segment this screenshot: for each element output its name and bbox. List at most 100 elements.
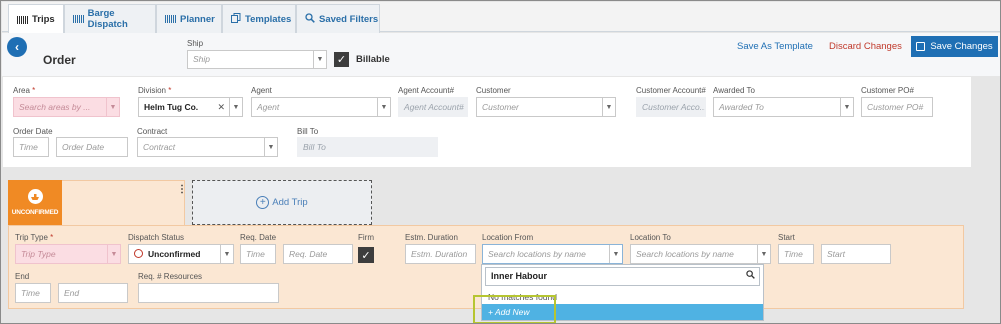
ship-placeholder: Ship	[193, 54, 211, 64]
firm-checkbox[interactable]: ✓	[358, 247, 374, 263]
billable-checkbox[interactable]: ✓	[334, 52, 349, 67]
tab-barge-dispatch[interactable]: Barge Dispatch	[64, 4, 156, 33]
barcode-icon	[73, 15, 84, 23]
req-resources-input[interactable]	[138, 283, 279, 303]
customer-po-label: Customer PO#	[861, 86, 914, 95]
estm-duration-placeholder: Estm. Duration	[411, 249, 468, 259]
tab-bar: Trips Barge Dispatch Planner Templates S…	[2, 2, 1000, 34]
chevron-down-icon: ▼	[220, 245, 233, 263]
chevron-down-icon: ▼	[313, 51, 326, 68]
agent-account-placeholder: Agent Account#	[404, 102, 464, 112]
check-icon: ✓	[361, 249, 371, 262]
estm-duration-label: Estm. Duration	[405, 233, 458, 242]
order-header: ‹ Order Ship Ship ▼ ✓ Billable Save As T…	[2, 33, 1000, 76]
end-time-input[interactable]: Time	[15, 283, 51, 303]
tab-templates[interactable]: Templates	[222, 4, 296, 33]
location-to-select[interactable]: Search locations by name ▼	[630, 244, 771, 264]
start-date-input[interactable]: Start	[821, 244, 891, 264]
tab-planner-label: Planner	[180, 13, 215, 25]
chevron-down-icon: ▼	[377, 98, 390, 116]
order-time-placeholder: Time	[19, 142, 38, 152]
awarded-to-label: Awarded To	[713, 86, 755, 95]
search-icon	[305, 12, 315, 26]
callout-highlight-box	[473, 295, 556, 323]
firm-label: Firm	[358, 233, 374, 242]
end-date-placeholder: End	[64, 288, 80, 298]
agent-select[interactable]: Agent ▼	[251, 97, 391, 117]
trip-status-card[interactable]: UNCONFIRMED	[8, 180, 62, 225]
dispatch-status-label: Dispatch Status	[128, 233, 185, 242]
billable-label: Billable	[356, 54, 390, 65]
page-title: Order	[43, 53, 76, 67]
save-changes-button[interactable]: Save Changes	[911, 36, 998, 57]
ship-select[interactable]: Ship ▼	[187, 50, 327, 69]
estm-duration-input[interactable]: Estm. Duration	[405, 244, 476, 264]
customer-po-placeholder: Customer PO#	[867, 102, 924, 112]
search-icon	[746, 270, 755, 282]
contract-label: Contract	[137, 127, 168, 136]
order-date-label: Order Date	[13, 127, 53, 136]
order-time-input[interactable]: Time	[13, 137, 49, 157]
chevron-down-icon: ▼	[602, 98, 615, 116]
plus-circle-icon: +	[256, 196, 270, 209]
check-icon: ✓	[336, 54, 347, 66]
chevron-down-icon: ▼	[840, 98, 853, 116]
copy-icon	[231, 12, 241, 26]
start-date-placeholder: Start	[827, 249, 845, 259]
req-resources-label: Req. # Resources	[138, 272, 203, 281]
customer-po-input[interactable]: Customer PO#	[861, 97, 933, 117]
tab-planner[interactable]: Planner	[156, 4, 222, 33]
agent-label: Agent	[251, 86, 272, 95]
req-date-placeholder: Req. Date	[289, 249, 328, 259]
order-date-placeholder: Order Date	[62, 142, 105, 152]
location-from-select[interactable]: Search locations by name ▼	[482, 244, 623, 264]
end-date-input[interactable]: End	[58, 283, 128, 303]
save-changes-label: Save Changes	[930, 41, 993, 52]
awarded-to-select[interactable]: Awarded To ▼	[713, 97, 854, 117]
division-select[interactable]: Helm Tug Co. ✕ ▼	[138, 97, 243, 117]
tab-saved-filters[interactable]: Saved Filters	[296, 4, 380, 33]
customer-account-field: Customer Acco...	[636, 97, 706, 117]
barcode-icon	[17, 15, 28, 24]
contract-select[interactable]: Contract ▼	[137, 137, 278, 157]
more-options-icon[interactable]: ⋮	[177, 184, 187, 195]
back-button[interactable]: ‹	[7, 37, 27, 57]
bill-to-label: Bill To	[297, 127, 319, 136]
bill-to-field: Bill To	[297, 137, 438, 157]
chevron-down-icon: ▼	[106, 98, 119, 116]
dispatch-status-select[interactable]: Unconfirmed ▼	[128, 244, 234, 264]
customer-select[interactable]: Customer ▼	[476, 97, 616, 117]
tab-trips[interactable]: Trips	[8, 4, 64, 34]
end-time-placeholder: Time	[21, 288, 40, 298]
ship-icon	[27, 189, 43, 204]
add-trip-button[interactable]: + Add Trip	[192, 180, 372, 225]
discard-changes-link[interactable]: Discard Changes	[829, 41, 902, 52]
trip-type-label: Trip Type *	[15, 233, 54, 242]
location-to-label: Location To	[630, 233, 671, 242]
req-date-input[interactable]: Req. Date	[283, 244, 353, 264]
bill-to-placeholder: Bill To	[303, 142, 326, 152]
chevron-down-icon: ▼	[609, 245, 622, 263]
save-as-template-link[interactable]: Save As Template	[737, 41, 813, 52]
location-from-label: Location From	[482, 233, 534, 242]
order-date-input[interactable]: Order Date	[56, 137, 128, 157]
chevron-left-icon: ‹	[15, 40, 19, 54]
trip-type-select[interactable]: Trip Type ▼	[15, 244, 121, 264]
awarded-to-placeholder: Awarded To	[719, 102, 764, 112]
customer-account-label: Customer Account#	[636, 86, 706, 95]
trip-card-body[interactable]	[62, 180, 185, 225]
area-select[interactable]: Search areas by ... ▼	[13, 97, 120, 117]
tab-saved-filters-label: Saved Filters	[319, 13, 379, 25]
barcode-icon	[165, 15, 176, 23]
start-time-input[interactable]: Time	[778, 244, 814, 264]
division-label: Division *	[138, 86, 172, 95]
req-time-input[interactable]: Time	[240, 244, 276, 264]
contract-placeholder: Contract	[143, 142, 176, 152]
location-to-placeholder: Search locations by name	[636, 249, 734, 259]
clear-icon[interactable]: ✕	[217, 102, 225, 113]
location-search-input[interactable]: Inner Habour	[485, 267, 760, 286]
customer-label: Customer	[476, 86, 511, 95]
agent-account-field: Agent Account#	[398, 97, 468, 117]
area-label: Area *	[13, 86, 36, 95]
tab-barge-dispatch-label: Barge Dispatch	[87, 8, 128, 30]
